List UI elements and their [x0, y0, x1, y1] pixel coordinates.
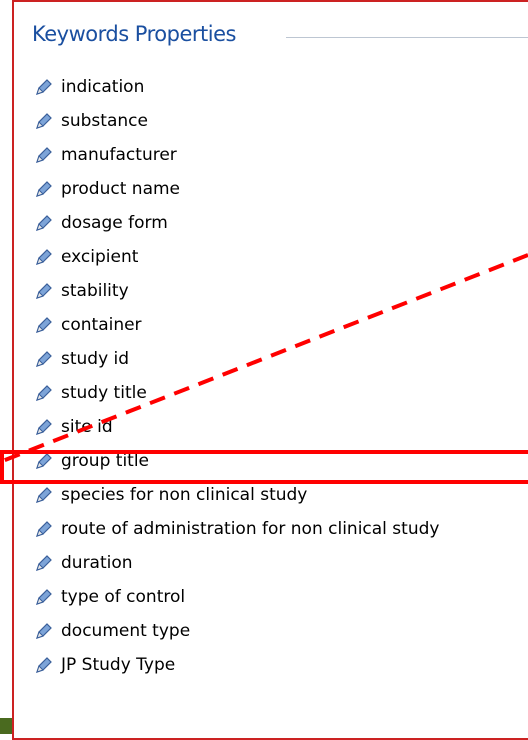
keyword-label: excipient	[61, 247, 139, 267]
keyword-item-duration[interactable]: duration	[34, 546, 439, 580]
keyword-item-site-id[interactable]: site id	[34, 410, 439, 444]
keyword-item-manufacturer[interactable]: manufacturer	[34, 138, 439, 172]
pencil-icon	[36, 589, 52, 605]
pencil-icon	[36, 419, 52, 435]
keyword-item-substance[interactable]: substance	[34, 104, 439, 138]
keyword-item-excipient[interactable]: excipient	[34, 240, 439, 274]
keyword-item-study-id[interactable]: study id	[34, 342, 439, 376]
pencil-icon	[36, 317, 52, 333]
keyword-label: substance	[61, 111, 148, 131]
keywords-properties-panel: Keywords Properties indication substance…	[20, 18, 528, 738]
corner-decoration	[0, 718, 12, 734]
keyword-item-study-title[interactable]: study title	[34, 376, 439, 410]
keyword-label: site id	[61, 417, 113, 437]
keyword-label: manufacturer	[61, 145, 177, 165]
highlight-group-title	[0, 450, 528, 484]
keyword-label: document type	[61, 621, 191, 641]
pencil-icon	[36, 181, 52, 197]
pencil-icon	[36, 657, 52, 673]
keyword-item-route[interactable]: route of administration for non clinical…	[34, 512, 439, 546]
pencil-icon	[36, 521, 52, 537]
pencil-icon	[36, 283, 52, 299]
keyword-list: indication substance manufacturer produc…	[34, 70, 439, 682]
pencil-icon	[36, 555, 52, 571]
keyword-item-dosage-form[interactable]: dosage form	[34, 206, 439, 240]
pencil-icon	[36, 623, 52, 639]
pencil-icon	[36, 249, 52, 265]
keyword-label: type of control	[61, 587, 186, 607]
title-rule	[286, 37, 528, 38]
keyword-label: study title	[61, 383, 147, 403]
keyword-item-type-of-control[interactable]: type of control	[34, 580, 439, 614]
keyword-item-jp-study-type[interactable]: JP Study Type	[34, 648, 439, 682]
pencil-icon	[36, 113, 52, 129]
keyword-label: study id	[61, 349, 130, 369]
pencil-icon	[36, 79, 52, 95]
pencil-icon	[36, 487, 52, 503]
keyword-item-document-type[interactable]: document type	[34, 614, 439, 648]
keyword-label: JP Study Type	[61, 655, 176, 675]
pencil-icon	[36, 215, 52, 231]
pencil-icon	[36, 351, 52, 367]
keyword-label: route of administration for non clinical…	[61, 519, 440, 539]
keyword-item-stability[interactable]: stability	[34, 274, 439, 308]
pencil-icon	[36, 147, 52, 163]
keyword-label: stability	[61, 281, 129, 301]
keyword-label: container	[61, 315, 142, 335]
keyword-item-container[interactable]: container	[34, 308, 439, 342]
pencil-icon	[36, 385, 52, 401]
panel-title: Keywords Properties	[32, 22, 236, 46]
keyword-label: product name	[61, 179, 180, 199]
keyword-item-product-name[interactable]: product name	[34, 172, 439, 206]
keyword-item-indication[interactable]: indication	[34, 70, 439, 104]
keyword-label: duration	[61, 553, 133, 573]
keyword-label: dosage form	[61, 213, 168, 233]
keyword-label: indication	[61, 77, 145, 97]
keyword-label: species for non clinical study	[61, 485, 308, 505]
